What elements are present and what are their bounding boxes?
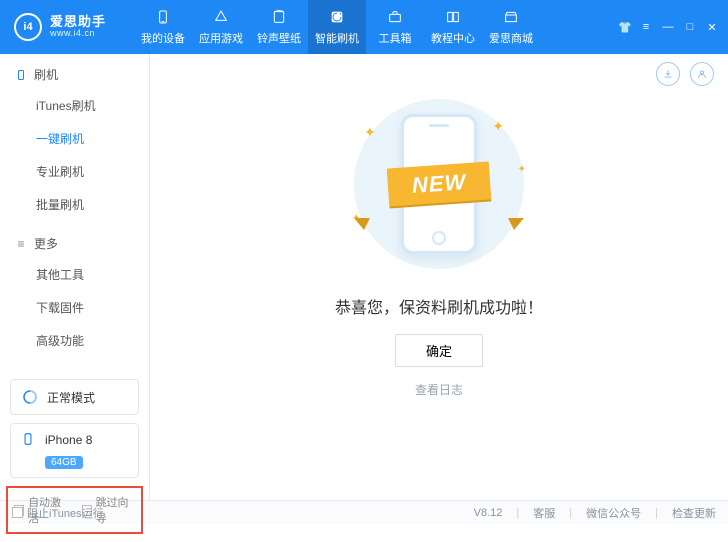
sparkle-icon: ✦ (518, 164, 526, 175)
sidebar-item-itunes-flash[interactable]: iTunes刷机 (14, 89, 135, 122)
top-nav: 我的设备 应用游戏 铃声壁纸 智能刷机 工具箱 教程中心 爱思商城 (134, 0, 618, 54)
music-icon (270, 8, 288, 26)
nav-label: 教程中心 (431, 30, 475, 46)
nav-label: 工具箱 (379, 30, 412, 46)
mode-label: 正常模式 (47, 389, 95, 406)
window-controls: 👕 ≡ — □ ✕ (618, 21, 718, 34)
close-button[interactable]: ✕ (706, 21, 718, 34)
sidebar-item-download-firmware[interactable]: 下载固件 (14, 291, 135, 324)
separator: | (655, 507, 658, 519)
check-update-link[interactable]: 检查更新 (672, 505, 716, 521)
logo-badge: i4 (14, 13, 42, 41)
nav-label: 我的设备 (141, 30, 185, 46)
sidebar-group-more: ≡ 更多 (14, 235, 135, 252)
sidebar: 刷机 iTunes刷机 一键刷机 专业刷机 批量刷机 ≡ 更多 其他工具 下载固… (0, 54, 150, 500)
nav-tutorials[interactable]: 教程中心 (424, 0, 482, 54)
version-label: V8.12 (474, 507, 503, 519)
checkbox-icon (12, 507, 23, 518)
flash-section-icon (14, 68, 28, 82)
logo-title: 爱思助手 (50, 15, 106, 29)
sidebar-group-title: 刷机 (34, 66, 58, 83)
sidebar-item-advanced[interactable]: 高级功能 (14, 324, 135, 357)
user-button[interactable] (690, 62, 714, 86)
app-logo: i4 爱思助手 www.i4.cn (14, 13, 134, 41)
nav-toolbox[interactable]: 工具箱 (366, 0, 424, 54)
toolbox-icon (386, 8, 404, 26)
wechat-link[interactable]: 微信公众号 (586, 505, 641, 521)
store-icon (502, 8, 520, 26)
nav-store[interactable]: 爱思商城 (482, 0, 540, 54)
sidebar-item-other-tools[interactable]: 其他工具 (14, 258, 135, 291)
device-name: iPhone 8 (45, 433, 92, 447)
flash-icon (328, 8, 346, 26)
book-icon (444, 8, 462, 26)
new-ribbon: NEW (387, 161, 492, 206)
separator: | (516, 507, 519, 519)
nav-smart-flash[interactable]: 智能刷机 (308, 0, 366, 54)
app-header: i4 爱思助手 www.i4.cn 我的设备 应用游戏 铃声壁纸 智能刷机 工具… (0, 0, 728, 54)
nav-label: 爱思商城 (489, 30, 533, 46)
view-log-link[interactable]: 查看日志 (415, 381, 463, 398)
nav-label: 应用游戏 (199, 30, 243, 46)
device-icon (21, 432, 37, 448)
sidebar-item-oneclick-flash[interactable]: 一键刷机 (14, 122, 135, 155)
maximize-button[interactable]: □ (684, 21, 696, 33)
checkbox-label: 阻止iTunes运行 (27, 505, 104, 521)
nav-label: 智能刷机 (315, 30, 359, 46)
sparkle-icon: ✦ (492, 118, 504, 135)
success-illustration: ✦ ✦ ✦ ✦ NEW (324, 94, 554, 274)
sidebar-item-batch-flash[interactable]: 批量刷机 (14, 188, 135, 221)
support-link[interactable]: 客服 (533, 505, 555, 521)
apps-icon (212, 8, 230, 26)
skin-icon[interactable]: 👕 (618, 21, 630, 34)
separator: | (569, 507, 572, 519)
sidebar-group-flash: 刷机 (14, 66, 135, 83)
device-card[interactable]: iPhone 8 64GB (10, 423, 139, 478)
minimize-button[interactable]: — (662, 21, 674, 33)
ok-button[interactable]: 确定 (395, 334, 483, 367)
more-section-icon: ≡ (14, 237, 28, 251)
success-message: 恭喜您，保资料刷机成功啦！ (335, 294, 543, 318)
sparkle-icon: ✦ (364, 124, 376, 141)
menu-icon[interactable]: ≡ (640, 21, 652, 33)
mode-card[interactable]: 正常模式 (10, 379, 139, 415)
mode-icon (21, 388, 39, 406)
sidebar-item-pro-flash[interactable]: 专业刷机 (14, 155, 135, 188)
phone-icon (154, 8, 172, 26)
nav-apps-games[interactable]: 应用游戏 (192, 0, 250, 54)
nav-ringtones-wallpapers[interactable]: 铃声壁纸 (250, 0, 308, 54)
block-itunes-checkbox[interactable]: 阻止iTunes运行 (12, 505, 104, 521)
sidebar-group-title: 更多 (34, 235, 58, 252)
device-storage-badge: 64GB (45, 456, 83, 469)
main-panel: ✦ ✦ ✦ ✦ NEW 恭喜您，保资料刷机成功啦！ 确定 查看日志 (150, 54, 728, 500)
download-button[interactable] (656, 62, 680, 86)
nav-label: 铃声壁纸 (257, 30, 301, 46)
logo-text: 爱思助手 www.i4.cn (50, 15, 106, 39)
logo-subtitle: www.i4.cn (50, 29, 106, 39)
nav-my-device[interactable]: 我的设备 (134, 0, 192, 54)
